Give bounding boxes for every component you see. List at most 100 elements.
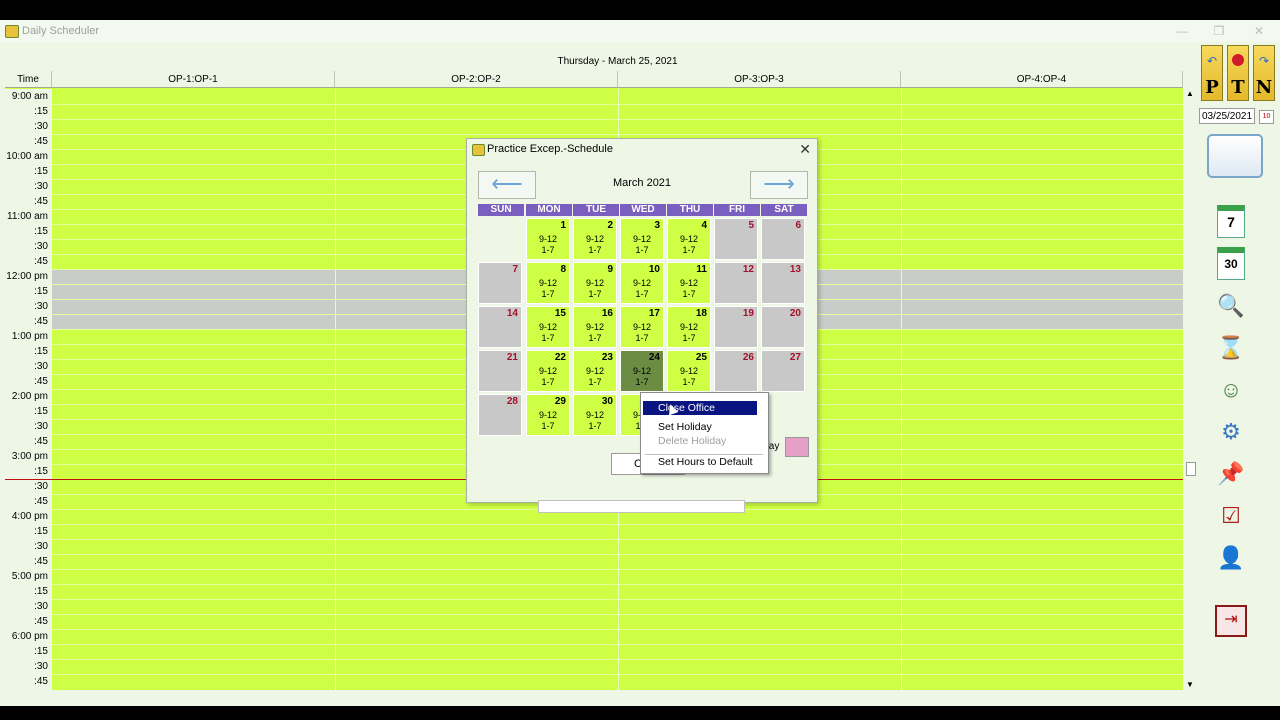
calendar-day[interactable]: 13 bbox=[761, 262, 805, 304]
day-number: 8 bbox=[560, 264, 566, 275]
afternoon-hours: 1-7 bbox=[588, 245, 602, 255]
afternoon-hours: 1-7 bbox=[541, 333, 555, 343]
slot-divider bbox=[52, 674, 1183, 675]
calendar-day[interactable]: 15 9-12 1-7 bbox=[526, 306, 570, 348]
schedule-scrollbar[interactable]: ▲ ▼ bbox=[1183, 88, 1197, 691]
dialog-app-icon bbox=[472, 144, 485, 156]
calendar-day[interactable]: 26 bbox=[714, 350, 758, 392]
calendar-day[interactable]: 17 9-12 1-7 bbox=[620, 306, 664, 348]
calendar-day[interactable]: 28 bbox=[478, 394, 522, 436]
morning-hours: 9-12 bbox=[632, 322, 651, 332]
day-view-button[interactable] bbox=[1207, 132, 1263, 180]
calendar-day[interactable]: 6 bbox=[761, 218, 805, 260]
right-toolbar: ↶ P T ↷ N 03/25/2021 10 7 30 🔍 ⌛ ☺ ⚙ 📌 ☑… bbox=[1197, 45, 1280, 665]
notes-button[interactable]: 📌 bbox=[1213, 456, 1249, 492]
operatory-header-4[interactable]: OP-4:OP-4 bbox=[901, 71, 1183, 88]
calendar-day[interactable]: 8 9-12 1-7 bbox=[526, 262, 570, 304]
calendar-day[interactable]: 9 9-12 1-7 bbox=[573, 262, 617, 304]
calendar-day[interactable]: 4 9-12 1-7 bbox=[667, 218, 711, 260]
calendar-day[interactable]: 3 9-12 1-7 bbox=[620, 218, 664, 260]
time-label: 3:00 pm bbox=[11, 451, 48, 462]
schedule-date-header: Thursday - March 25, 2021 bbox=[557, 56, 678, 67]
month-title: March 2021 bbox=[612, 177, 672, 189]
afternoon-hours: 1-7 bbox=[541, 289, 555, 299]
time-label: :15 bbox=[34, 226, 48, 237]
window-title: Daily Scheduler bbox=[22, 25, 100, 37]
time-label: :30 bbox=[34, 661, 48, 672]
calendar-picker-button[interactable]: 10 bbox=[1259, 110, 1274, 124]
day-number: 21 bbox=[506, 352, 518, 363]
time-label: 2:00 pm bbox=[11, 391, 48, 402]
window-close-button[interactable]: ✕ bbox=[1248, 23, 1270, 39]
exit-button[interactable]: ⇥ bbox=[1213, 603, 1249, 639]
month-view-button[interactable]: 30 bbox=[1213, 245, 1249, 281]
time-label: 5:00 pm bbox=[11, 571, 48, 582]
dialog-close-icon[interactable]: ✕ bbox=[799, 141, 811, 158]
scroll-down-arrow[interactable]: ▼ bbox=[1183, 679, 1197, 691]
morning-hours: 9-12 bbox=[632, 278, 651, 288]
time-label: 10:00 am bbox=[6, 151, 48, 162]
provider-button[interactable]: ☺ bbox=[1213, 372, 1249, 408]
morning-hours: 9-12 bbox=[585, 322, 604, 332]
calendar-day[interactable]: 19 bbox=[714, 306, 758, 348]
time-label: 4:00 pm bbox=[11, 511, 48, 522]
waiting-list-button[interactable]: ⌛ bbox=[1213, 330, 1249, 366]
calendar-day[interactable]: 24 9-12 1-7 bbox=[620, 350, 664, 392]
morning-hours: 9-12 bbox=[538, 234, 557, 244]
person-icon: 👤 bbox=[1217, 545, 1245, 570]
calendar-day[interactable]: 22 9-12 1-7 bbox=[526, 350, 570, 392]
operatory-header-3[interactable]: OP-3:OP-3 bbox=[618, 71, 901, 88]
calendar-day[interactable]: 16 9-12 1-7 bbox=[573, 306, 617, 348]
time-label: :30 bbox=[34, 361, 48, 372]
next-day-button[interactable]: ↷ N bbox=[1253, 45, 1275, 101]
calendar-day[interactable]: 30 9-12 1-7 bbox=[573, 394, 617, 436]
calendar-day[interactable]: 12 bbox=[714, 262, 758, 304]
previous-month-button[interactable]: ⟵ bbox=[478, 171, 536, 199]
magnifier-icon: 🔍 bbox=[1217, 293, 1245, 318]
scroll-up-arrow[interactable]: ▲ bbox=[1183, 88, 1197, 100]
day-number: 17 bbox=[648, 308, 660, 319]
minimize-button[interactable]: — bbox=[1171, 23, 1193, 39]
calendar-day[interactable]: 14 bbox=[478, 306, 522, 348]
calendar-day[interactable]: 23 9-12 1-7 bbox=[573, 350, 617, 392]
calendar-day[interactable]: 1 9-12 1-7 bbox=[526, 218, 570, 260]
calendar-day[interactable]: 5 bbox=[714, 218, 758, 260]
date-field[interactable]: 03/25/2021 bbox=[1199, 108, 1255, 124]
checklist-button[interactable]: ☑ bbox=[1213, 498, 1249, 534]
today-button[interactable]: T bbox=[1227, 45, 1249, 101]
menu-item-set-holiday[interactable]: Set Holiday bbox=[643, 420, 757, 434]
calendar-day[interactable]: 11 9-12 1-7 bbox=[667, 262, 711, 304]
previous-day-button[interactable]: ↶ P bbox=[1201, 45, 1223, 101]
calendar-day[interactable]: 25 9-12 1-7 bbox=[667, 350, 711, 392]
calendar-day[interactable]: 2 9-12 1-7 bbox=[573, 218, 617, 260]
day-number: 9 bbox=[607, 264, 613, 275]
month-30-icon: 30 bbox=[1217, 246, 1245, 280]
calendar-day[interactable]: 29 9-12 1-7 bbox=[526, 394, 570, 436]
calendar-day[interactable]: 10 9-12 1-7 bbox=[620, 262, 664, 304]
afternoon-hours: 1-7 bbox=[635, 377, 649, 387]
setup-button[interactable]: ⚙ bbox=[1213, 414, 1249, 450]
search-button[interactable]: 🔍 bbox=[1213, 288, 1249, 324]
time-label: 11:00 am bbox=[7, 211, 48, 222]
patient-button[interactable]: 👤 bbox=[1213, 540, 1249, 576]
menu-item-set-hours-default[interactable]: Set Hours to Default bbox=[643, 455, 765, 469]
hourglass-icon: ⌛ bbox=[1217, 335, 1245, 360]
menu-item-close-office[interactable]: Close Office bbox=[643, 401, 757, 415]
week-view-button[interactable]: 7 bbox=[1213, 203, 1249, 239]
calendar-day[interactable]: 21 bbox=[478, 350, 522, 392]
operatory-header-1[interactable]: OP-1:OP-1 bbox=[52, 71, 335, 88]
time-label: :30 bbox=[34, 601, 48, 612]
calendar-day[interactable]: 18 9-12 1-7 bbox=[667, 306, 711, 348]
calendar-day[interactable]: 20 bbox=[761, 306, 805, 348]
day-number: 28 bbox=[506, 396, 518, 407]
calendar-day[interactable]: 27 bbox=[761, 350, 805, 392]
time-label: :30 bbox=[34, 241, 48, 252]
next-month-button[interactable]: ⟶ bbox=[750, 171, 808, 199]
scroll-thumb[interactable] bbox=[1186, 462, 1196, 476]
exit-door-icon: ⇥ bbox=[1215, 605, 1247, 637]
morning-hours: 9-12 bbox=[632, 234, 651, 244]
calendar-day[interactable]: 7 bbox=[478, 262, 522, 304]
day-number: 1 bbox=[560, 220, 566, 231]
operatory-header-2[interactable]: OP-2:OP-2 bbox=[335, 71, 618, 88]
restore-button[interactable]: ❐ bbox=[1208, 23, 1230, 39]
